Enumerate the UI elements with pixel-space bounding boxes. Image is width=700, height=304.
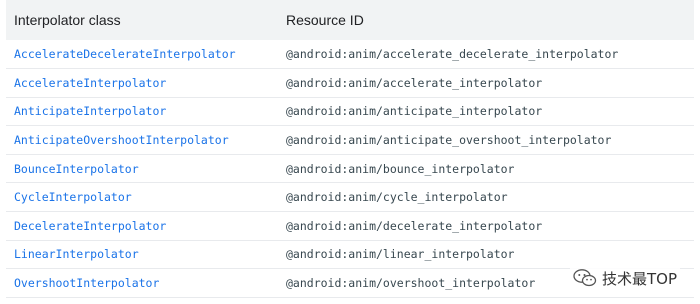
table-row: AnticipateInterpolator @android:anim/ant… <box>6 97 694 126</box>
interpolator-class-link[interactable]: AnticipateInterpolator <box>14 104 166 118</box>
wechat-icon <box>573 269 597 287</box>
interpolator-class-link[interactable]: DecelerateInterpolator <box>14 219 166 233</box>
resource-id-cell: @android:anim/anticipate_interpolator <box>286 104 543 119</box>
watermark-text: 技术最TOP <box>601 269 677 288</box>
resource-id-cell: @android:anim/bounce_interpolator <box>286 161 515 176</box>
interpolator-class-link[interactable]: BounceInterpolator <box>14 162 139 176</box>
table-row: DecelerateInterpolator @android:anim/dec… <box>6 212 694 241</box>
table-row: LinearInterpolator @android:anim/linear_… <box>6 240 694 269</box>
header-interpolator-class: Interpolator class <box>14 12 121 28</box>
resource-id-cell: @android:anim/decelerate_interpolator <box>286 218 543 233</box>
resource-id-cell: @android:anim/linear_interpolator <box>286 247 515 262</box>
header-resource-id: Resource ID <box>286 12 364 28</box>
table-row: AnticipateOvershootInterpolator @android… <box>6 126 694 155</box>
resource-id-cell: @android:anim/accelerate_decelerate_inte… <box>286 47 619 62</box>
resource-id-cell: @android:anim/anticipate_overshoot_inter… <box>286 133 612 148</box>
table-row: BounceInterpolator @android:anim/bounce_… <box>6 154 694 183</box>
interpolator-class-link[interactable]: CycleInterpolator <box>14 190 132 204</box>
interpolator-class-link[interactable]: OvershootInterpolator <box>14 276 159 290</box>
interpolator-class-link[interactable]: LinearInterpolator <box>14 247 139 261</box>
interpolator-table-container: Interpolator class Resource ID Accelerat… <box>6 0 694 298</box>
interpolator-class-link[interactable]: AccelerateInterpolator <box>14 76 166 90</box>
table-row: AccelerateInterpolator @android:anim/acc… <box>6 69 694 98</box>
table-header-row: Interpolator class Resource ID <box>6 0 694 40</box>
table-row: AccelerateDecelerateInterpolator @androi… <box>6 40 694 69</box>
interpolator-table: Interpolator class Resource ID Accelerat… <box>6 0 694 298</box>
resource-id-cell: @android:anim/cycle_interpolator <box>286 190 508 205</box>
watermark: 技术最TOP <box>569 266 680 290</box>
interpolator-class-link[interactable]: AnticipateOvershootInterpolator <box>14 133 229 147</box>
table-row: CycleInterpolator @android:anim/cycle_in… <box>6 183 694 212</box>
resource-id-cell: @android:anim/accelerate_interpolator <box>286 75 543 90</box>
interpolator-class-link[interactable]: AccelerateDecelerateInterpolator <box>14 47 236 61</box>
